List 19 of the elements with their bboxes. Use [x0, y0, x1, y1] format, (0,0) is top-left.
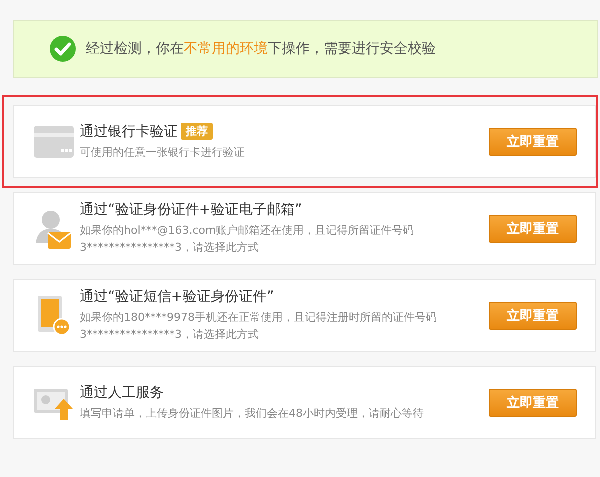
option-title: 通过“验证身份证件+验证电子邮箱” — [80, 201, 302, 219]
bank-card-icon — [34, 126, 74, 158]
person-mail-icon — [34, 208, 74, 248]
option-title: 通过人工服务 — [80, 384, 164, 402]
reset-button[interactable]: 立即重置 — [489, 214, 577, 242]
option-title: 通过银行卡验证 — [80, 122, 178, 140]
reset-button[interactable]: 立即重置 — [489, 388, 577, 416]
notice-message: 经过检测，你在不常用的环境下操作，需要进行安全校验 — [86, 40, 436, 58]
option-description: 如果你的180****9978手机还在正常使用，且记得注册时所留的证件号码 — [80, 310, 438, 326]
option-description: 如果你的hol***@163.com账户邮箱还在使用，且记得所留证件号码 — [80, 223, 416, 239]
option-description: 填写申请单，上传身份证件图片，我们会在48小时内受理，请耐心等待 — [80, 406, 425, 422]
recommended-badge: 推荐 — [181, 123, 213, 140]
option-description: 可使用的任意一张银行卡进行验证 — [80, 144, 246, 160]
option-title: 通过“验证短信+验证身份证件” — [80, 288, 274, 306]
option-description: 3****************3，请选择此方式 — [80, 240, 260, 256]
reset-button[interactable]: 立即重置 — [489, 302, 577, 330]
reset-button[interactable]: 立即重置 — [489, 128, 577, 156]
check-icon — [49, 35, 77, 63]
option-description: 3****************3，请选择此方式 — [80, 327, 260, 343]
